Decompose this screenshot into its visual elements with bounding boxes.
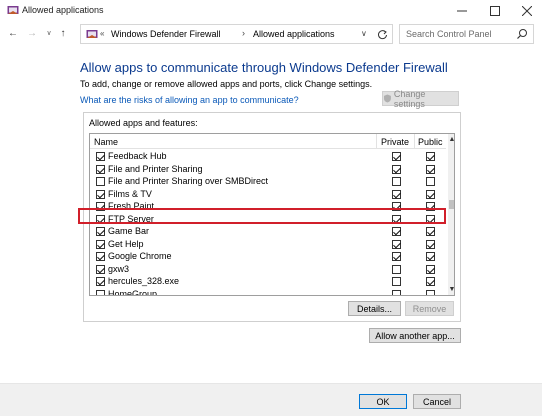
private-network-checkbox[interactable] bbox=[392, 277, 401, 286]
list-header: Name Private Public bbox=[90, 134, 446, 149]
app-enabled-checkbox[interactable] bbox=[96, 177, 105, 186]
minimize-icon bbox=[457, 10, 467, 11]
breadcrumb-firewall[interactable]: Windows Defender Firewall bbox=[111, 29, 221, 39]
public-network-checkbox[interactable] bbox=[426, 252, 435, 261]
up-arrow-icon[interactable]: ↑ bbox=[57, 28, 69, 40]
public-network-checkbox[interactable] bbox=[426, 277, 435, 286]
private-network-checkbox[interactable] bbox=[392, 264, 401, 274]
app-name: Game Bar bbox=[108, 226, 150, 236]
control-panel-icon bbox=[86, 30, 98, 38]
refresh-button[interactable] bbox=[372, 24, 393, 44]
table-row[interactable]: File and Printer Sharing bbox=[90, 163, 446, 176]
app-enabled-checkbox[interactable] bbox=[96, 289, 105, 295]
table-row[interactable]: Feedback Hub bbox=[90, 150, 446, 163]
private-network-checkbox[interactable] bbox=[392, 252, 401, 261]
table-row[interactable]: gxw3 bbox=[90, 263, 446, 276]
public-network-checkbox[interactable] bbox=[426, 152, 435, 161]
private-network-checkbox[interactable] bbox=[392, 152, 401, 161]
app-enabled-checkbox[interactable] bbox=[96, 189, 105, 199]
private-network-checkbox[interactable] bbox=[392, 177, 401, 186]
breadcrumb-separator-icon: › bbox=[242, 28, 245, 38]
title-bar: Allowed applications bbox=[0, 0, 542, 21]
breadcrumb-overflow-icon[interactable]: « bbox=[100, 29, 104, 38]
maximize-icon bbox=[490, 5, 500, 16]
recent-locations-chevron-icon[interactable]: ∨ bbox=[43, 28, 55, 40]
scroll-up-icon[interactable]: ▲ bbox=[448, 136, 454, 143]
private-network-checkbox[interactable] bbox=[392, 239, 401, 249]
private-network-checkbox[interactable] bbox=[392, 289, 401, 295]
address-dropdown-icon[interactable]: ∨ bbox=[361, 29, 367, 38]
app-name: File and Printer Sharing over SMBDirect bbox=[108, 176, 269, 186]
ftp-server-highlight bbox=[78, 208, 446, 224]
table-row[interactable]: File and Printer Sharing over SMBDirect bbox=[90, 175, 446, 188]
breadcrumb-allowed-applications[interactable]: Allowed applications bbox=[253, 29, 335, 39]
page-title: Allow apps to communicate through Window… bbox=[80, 60, 448, 75]
app-name: Films & TV bbox=[108, 188, 152, 199]
ok-button[interactable]: OK bbox=[359, 394, 407, 409]
address-bar[interactable]: « Windows Defender Firewall › Allowed ap… bbox=[80, 24, 393, 44]
page-description: To add, change or remove allowed apps an… bbox=[80, 79, 373, 89]
app-enabled-checkbox[interactable] bbox=[96, 227, 105, 236]
close-button[interactable] bbox=[511, 0, 542, 21]
allow-another-app-button[interactable]: Allow another app... bbox=[369, 328, 461, 343]
private-network-checkbox[interactable] bbox=[392, 164, 401, 174]
app-enabled-checkbox[interactable] bbox=[96, 152, 105, 161]
column-name-header[interactable]: Name bbox=[94, 137, 118, 147]
app-enabled-checkbox[interactable] bbox=[96, 239, 105, 249]
refresh-icon bbox=[377, 30, 387, 40]
app-enabled-checkbox[interactable] bbox=[96, 264, 105, 274]
column-divider bbox=[414, 134, 415, 149]
table-row[interactable]: Game Bar bbox=[90, 225, 446, 238]
table-row[interactable]: Google Chrome bbox=[90, 250, 446, 263]
private-network-checkbox[interactable] bbox=[392, 189, 401, 199]
shield-icon bbox=[383, 94, 391, 103]
table-row[interactable]: Films & TV bbox=[90, 188, 446, 201]
app-name: Get Help bbox=[108, 238, 144, 249]
table-row[interactable]: hercules_328.exe bbox=[90, 275, 446, 288]
app-name: HomeGroup bbox=[108, 288, 158, 296]
table-row[interactable]: HomeGroup bbox=[90, 288, 446, 296]
app-name: hercules_328.exe bbox=[108, 276, 180, 286]
column-private-header[interactable]: Private bbox=[381, 137, 409, 147]
column-divider bbox=[376, 134, 377, 149]
column-public-header[interactable]: Public bbox=[418, 137, 443, 147]
details-button[interactable]: Details... bbox=[348, 301, 401, 316]
cancel-button[interactable]: Cancel bbox=[413, 394, 461, 409]
app-enabled-checkbox[interactable] bbox=[96, 164, 105, 174]
public-network-checkbox[interactable] bbox=[426, 227, 435, 236]
app-enabled-checkbox[interactable] bbox=[96, 277, 105, 286]
public-network-checkbox[interactable] bbox=[426, 189, 435, 199]
window-title: Allowed applications bbox=[22, 5, 104, 15]
remove-button[interactable]: Remove bbox=[405, 301, 454, 316]
search-icon[interactable] bbox=[516, 28, 528, 40]
search-input[interactable]: Search Control Panel bbox=[399, 24, 534, 44]
app-name: gxw3 bbox=[108, 263, 130, 274]
allowed-apps-title: Allowed apps and features: bbox=[89, 118, 198, 128]
change-settings-label: Change settings bbox=[393, 88, 426, 109]
public-network-checkbox[interactable] bbox=[426, 177, 435, 186]
app-enabled-checkbox[interactable] bbox=[96, 252, 105, 261]
search-placeholder: Search Control Panel bbox=[406, 29, 492, 39]
change-settings-button[interactable]: Change settings bbox=[382, 88, 459, 109]
private-network-checkbox[interactable] bbox=[392, 227, 401, 236]
scroll-thumb[interactable] bbox=[449, 200, 454, 209]
forward-arrow-icon[interactable]: → bbox=[26, 28, 38, 40]
app-name: Feedback Hub bbox=[108, 151, 167, 161]
risks-link[interactable]: What are the risks of allowing an app to… bbox=[80, 95, 299, 105]
app-name: File and Printer Sharing bbox=[108, 163, 203, 174]
public-network-checkbox[interactable] bbox=[426, 239, 435, 249]
maximize-button[interactable] bbox=[479, 0, 511, 21]
vertical-scrollbar[interactable]: ▲ ▼ bbox=[448, 134, 454, 295]
table-row[interactable]: Get Help bbox=[90, 238, 446, 251]
back-arrow-icon[interactable]: ← bbox=[7, 28, 19, 40]
public-network-checkbox[interactable] bbox=[426, 264, 435, 274]
public-network-checkbox[interactable] bbox=[426, 289, 435, 295]
minimize-button[interactable] bbox=[446, 0, 478, 21]
app-name: Google Chrome bbox=[108, 251, 172, 261]
firewall-app-icon bbox=[7, 6, 19, 14]
scroll-down-icon[interactable]: ▼ bbox=[448, 286, 454, 293]
public-network-checkbox[interactable] bbox=[426, 164, 435, 174]
close-icon bbox=[522, 5, 532, 16]
